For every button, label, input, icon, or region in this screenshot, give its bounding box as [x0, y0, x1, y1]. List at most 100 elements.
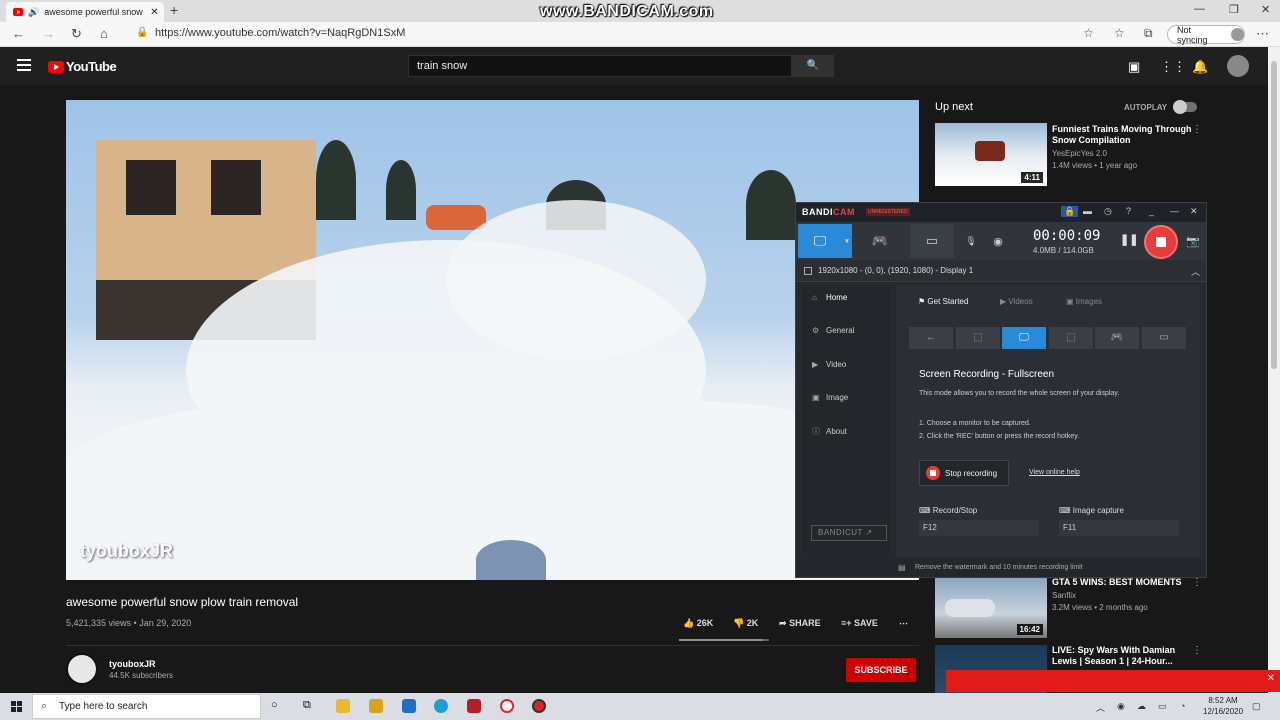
windows-start-icon[interactable]	[11, 701, 23, 713]
mcafee-icon[interactable]	[467, 699, 481, 713]
related-video-title[interactable]: GTA 5 WINS: BEST MOMENTS	[1052, 577, 1194, 588]
task-view-icon[interactable]: ⧉	[303, 699, 311, 712]
screen-mode-dropdown[interactable]: ▾	[842, 224, 852, 258]
folder-icon[interactable]: ▬	[1083, 206, 1092, 216]
video-player[interactable]: tyouboxJR	[66, 100, 919, 580]
file-explorer-icon[interactable]	[336, 699, 350, 713]
video-thumbnail[interactable]: 4:11	[935, 123, 1047, 186]
rectangle-mode-button[interactable]: ⬚	[956, 327, 1000, 349]
upgrade-notice[interactable]: Remove the watermark and 10 minutes reco…	[915, 564, 1083, 571]
lock-icon[interactable]: 🔒	[1061, 206, 1079, 217]
youtube-logo[interactable]: YouTube	[48, 59, 117, 74]
tray-app-icon[interactable]: ◉	[1117, 701, 1125, 712]
settings-more-icon[interactable]: ⋯	[1256, 26, 1269, 42]
home-icon[interactable]: ⌂	[100, 26, 108, 41]
apps-grid-icon[interactable]: ⋮⋮	[1160, 59, 1186, 75]
browser-tab[interactable]: 🔊 awesome powerful snow pl ✕	[6, 2, 164, 22]
search-button[interactable]: 🔍	[792, 55, 834, 77]
more-options-icon[interactable]: ⋮	[1192, 577, 1202, 588]
record-stop-hotkey-field[interactable]: F12	[919, 520, 1039, 536]
share-button[interactable]: ➦ SHARE	[779, 618, 821, 629]
battery-icon[interactable]: ▭	[1158, 701, 1167, 712]
window-close-icon[interactable]: ✕	[1261, 3, 1270, 16]
tab-videos[interactable]: ▶ Videos	[1000, 297, 1033, 306]
channel-avatar[interactable]	[66, 653, 98, 685]
action-center-icon[interactable]: ▢	[1252, 701, 1261, 712]
cortana-icon[interactable]: ○	[271, 699, 278, 711]
device-mode-button[interactable]: ▭	[910, 224, 954, 258]
related-video-title[interactable]: Funniest Trains Moving Through Snow Comp…	[1052, 124, 1194, 146]
clock-icon[interactable]: ◷	[1104, 206, 1112, 217]
help-icon[interactable]: ?	[1126, 206, 1131, 216]
subscribe-button[interactable]: SUBSCRIBE	[846, 658, 916, 682]
device-mode-tab-button[interactable]: ▭	[1142, 327, 1186, 349]
nav-general[interactable]: ⚙ General	[812, 326, 854, 335]
autoplay-toggle[interactable]	[1173, 100, 1197, 114]
notification-bar[interactable]: ✕	[946, 670, 1280, 692]
dislike-button[interactable]: 👎 2K	[733, 618, 758, 629]
online-help-link[interactable]: View online help	[1029, 469, 1080, 476]
more-options-icon[interactable]: ⋮	[1192, 124, 1202, 135]
favorites-icon[interactable]: ☆	[1114, 26, 1125, 40]
speaker-icon[interactable]: 🔊	[28, 7, 39, 18]
tab-close-icon[interactable]: ✕	[150, 7, 158, 18]
nav-image[interactable]: ▣ Image	[812, 393, 848, 402]
tab-get-started[interactable]: ⚑ Get Started	[918, 297, 968, 306]
nav-about[interactable]: ⓘ About	[812, 426, 847, 437]
microphone-button[interactable]: 🎙	[962, 224, 980, 258]
bandicam-minimize-icon[interactable]: _	[1149, 206, 1154, 216]
scrollbar-thumb[interactable]	[1271, 61, 1277, 369]
display-checkbox[interactable]	[804, 267, 812, 275]
pause-icon[interactable]: ❚❚	[1120, 233, 1138, 246]
more-actions-icon[interactable]: ⋯	[899, 618, 908, 629]
collapse-chevron-icon[interactable]: ︿	[1191, 265, 1200, 278]
network-icon[interactable]: ◔	[1180, 701, 1185, 711]
image-capture-hotkey-field[interactable]: F11	[1059, 520, 1179, 536]
store-icon[interactable]	[369, 699, 383, 713]
hamburger-menu-icon[interactable]	[17, 59, 31, 74]
fullscreen-mode-button[interactable]: 🖵	[1002, 327, 1046, 349]
screen-mode-button[interactable]: 🖵	[798, 224, 842, 258]
back-icon[interactable]: ←	[12, 26, 25, 41]
maximize-icon[interactable]: ❐	[1229, 3, 1239, 16]
refresh-icon[interactable]: ↻	[71, 26, 82, 42]
mail-icon[interactable]	[402, 699, 416, 713]
related-video-title[interactable]: LIVE: Spy Wars With Damian Lewis | Seaso…	[1052, 645, 1194, 667]
bandicam-restore-icon[interactable]: —	[1170, 206, 1179, 216]
back-mode-button[interactable]: ←	[909, 327, 953, 349]
like-button[interactable]: 👍 26K	[683, 618, 713, 629]
game-mode-button[interactable]: 🎮	[858, 224, 902, 258]
webcam-button[interactable]: ◉	[984, 224, 1012, 258]
search-input[interactable]: train snow	[408, 55, 792, 77]
yandex-icon[interactable]	[500, 699, 514, 713]
user-avatar[interactable]	[1227, 55, 1249, 77]
camera-snapshot-icon[interactable]: 📷	[1186, 235, 1200, 248]
new-tab-button[interactable]: +	[170, 2, 178, 18]
game-mode-tab-button[interactable]: 🎮	[1095, 327, 1139, 349]
page-scrollbar[interactable]	[1268, 47, 1280, 693]
taskbar-search-input[interactable]: ⌕ Type here to search	[32, 694, 261, 719]
onedrive-icon[interactable]: ☁	[1137, 701, 1146, 712]
url-field[interactable]: https://www.youtube.com/watch?v=NaqRgDN1…	[155, 27, 405, 39]
sync-status-button[interactable]: Not syncing	[1167, 25, 1245, 45]
bandicam-close-icon[interactable]: ✕	[1190, 206, 1198, 217]
bandicam-taskbar-icon[interactable]	[532, 699, 546, 713]
minimize-icon[interactable]: —	[1194, 3, 1205, 15]
taskbar-clock[interactable]: 8:52 AM 12/16/2020	[1203, 695, 1243, 717]
save-button[interactable]: ≡+ SAVE	[841, 618, 878, 628]
edge-icon[interactable]	[434, 699, 448, 713]
collections-icon[interactable]: ⧉	[1144, 26, 1153, 41]
lock-icon[interactable]: 🔒	[136, 27, 148, 38]
stop-recording-button[interactable]: Stop recording	[919, 460, 1009, 486]
notifications-bell-icon[interactable]: 🔔	[1192, 59, 1208, 75]
nav-home[interactable]: ⌂ Home	[812, 293, 847, 302]
tab-images[interactable]: ▣ Images	[1066, 297, 1102, 306]
more-options-icon[interactable]: ⋮	[1192, 645, 1202, 656]
channel-name[interactable]: tyouboxJR	[109, 659, 156, 669]
bandicut-button[interactable]: BANDICUT ↗	[811, 525, 887, 541]
tray-chevron-icon[interactable]: ︿	[1096, 701, 1105, 714]
create-video-icon[interactable]: ▣	[1128, 59, 1140, 75]
close-icon[interactable]: ✕	[1267, 673, 1275, 684]
record-stop-button[interactable]	[1144, 225, 1178, 259]
forward-icon[interactable]: →	[42, 26, 55, 41]
